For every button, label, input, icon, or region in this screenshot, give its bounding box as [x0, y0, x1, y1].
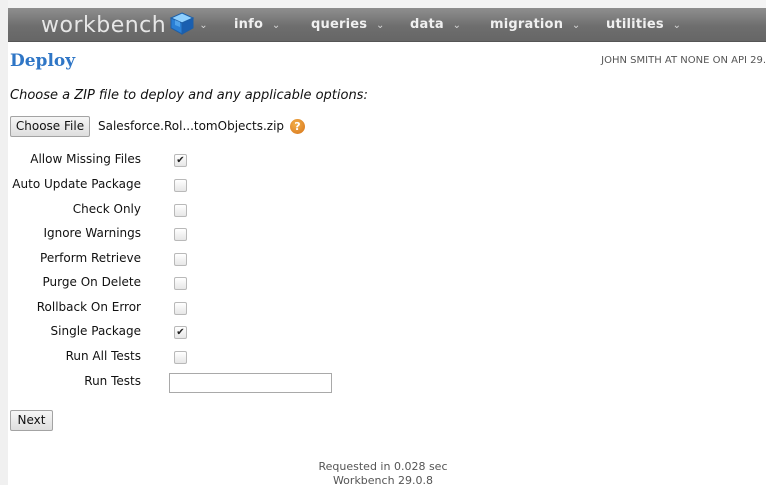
- checkbox-perform-retrieve[interactable]: [174, 253, 187, 266]
- checkbox-purge-on-delete[interactable]: [174, 277, 187, 290]
- chevron-down-icon: ⌄: [375, 20, 385, 31]
- menu-data[interactable]: data ⌄: [410, 17, 461, 32]
- checkbox-ignore-warnings[interactable]: [174, 228, 187, 241]
- cube-icon: [169, 11, 195, 41]
- option-label-ignore-warnings: Ignore Warnings: [43, 226, 141, 240]
- checkbox-rollback-on-error[interactable]: [174, 302, 187, 315]
- option-label-single-package: Single Package: [50, 324, 141, 338]
- question-icon[interactable]: ?: [290, 119, 305, 134]
- chevron-down-icon: ⌄: [452, 20, 462, 31]
- option-label-purge-on-delete: Purge On Delete: [42, 275, 141, 289]
- checkbox-auto-update-package[interactable]: [174, 179, 187, 192]
- menu-queries[interactable]: queries ⌄: [311, 17, 385, 32]
- checkbox-single-package[interactable]: ✔: [174, 326, 187, 339]
- instructions-text: Choose a ZIP file to deploy and any appl…: [10, 88, 368, 103]
- chevron-down-icon: ⌄: [271, 20, 281, 31]
- next-button[interactable]: Next: [10, 410, 53, 431]
- footer-version: Workbench 29.0.8: [332, 474, 434, 487]
- brand-logo[interactable]: workbench ⌄: [41, 9, 208, 41]
- option-label-auto-update-package: Auto Update Package: [12, 177, 141, 191]
- footer-requested-time: Requested in 0.028 sec: [318, 460, 448, 473]
- option-label-perform-retrieve: Perform Retrieve: [40, 251, 141, 265]
- menu-migration[interactable]: migration ⌄: [490, 17, 580, 32]
- run-tests-label: Run Tests: [84, 374, 141, 388]
- brand-caret-icon: ⌄: [199, 19, 209, 31]
- checkbox-run-all-tests[interactable]: [174, 351, 187, 364]
- chevron-down-icon: ⌄: [571, 20, 581, 31]
- selected-filename: Salesforce.Rol...tomObjects.zip: [98, 119, 285, 133]
- chevron-down-icon: ⌄: [672, 20, 682, 31]
- run-tests-input[interactable]: [169, 373, 332, 393]
- navbar: workbench ⌄ info ⌄ queries ⌄ data ⌄ migr…: [8, 8, 766, 42]
- choose-file-button[interactable]: Choose File: [10, 116, 90, 137]
- checkbox-check-only[interactable]: [174, 204, 187, 217]
- menu-utilities[interactable]: utilities ⌄: [606, 17, 681, 32]
- top-gap: [0, 0, 766, 8]
- user-info: JOHN SMITH AT NONE ON API 29.: [601, 55, 766, 66]
- checkbox-allow-missing-files[interactable]: ✔: [174, 154, 187, 167]
- option-label-run-all-tests: Run All Tests: [65, 349, 141, 363]
- menu-info[interactable]: info ⌄: [234, 17, 280, 32]
- option-label-rollback-on-error: Rollback On Error: [36, 300, 141, 314]
- brand-name: workbench: [41, 12, 167, 38]
- option-label-allow-missing-files: Allow Missing Files: [30, 152, 141, 166]
- option-label-check-only: Check Only: [72, 202, 141, 216]
- left-strip: [0, 0, 8, 485]
- page-title: Deploy: [10, 51, 76, 71]
